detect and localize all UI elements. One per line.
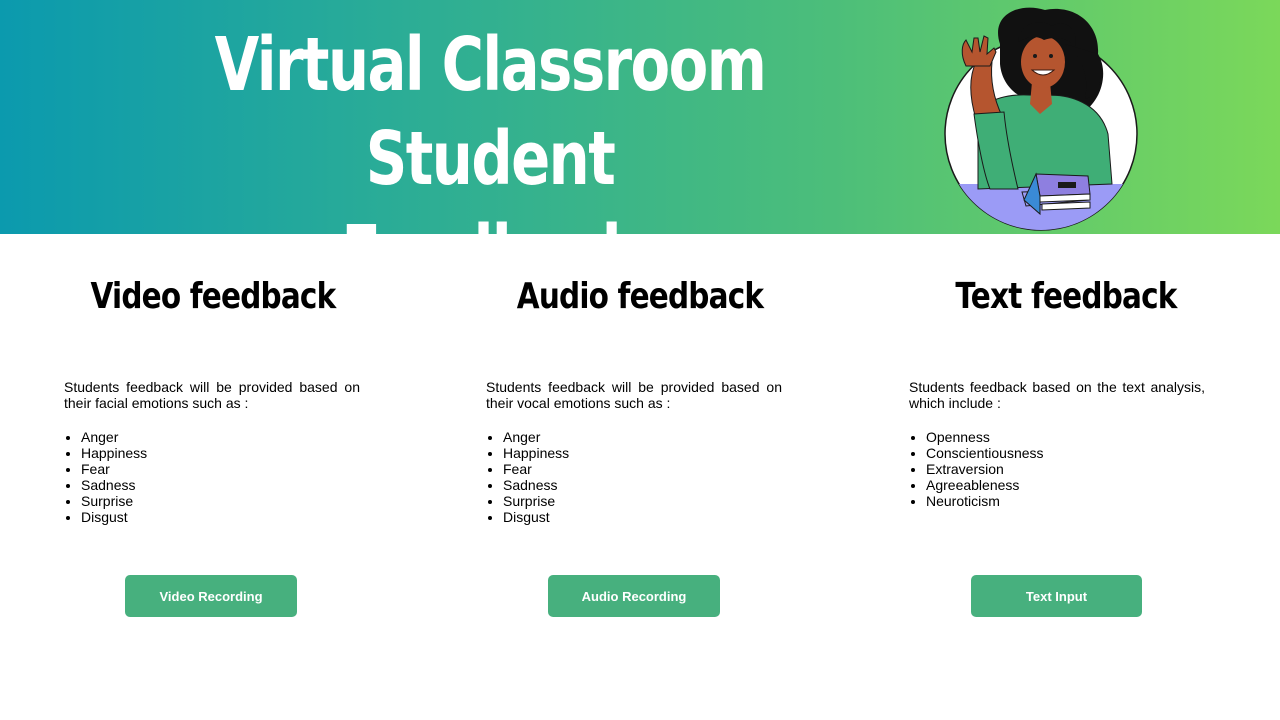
video-feedback-heading: Video feedback [90, 276, 337, 317]
list-item: Disgust [81, 509, 147, 525]
list-item: Anger [81, 429, 147, 445]
text-input-button[interactable]: Text Input [971, 575, 1142, 617]
page-title: Virtual Classroom Student Feedback [155, 18, 826, 234]
audio-feedback-heading: Audio feedback [516, 276, 764, 317]
video-emotion-list: Anger Happiness Fear Sadness Surprise Di… [64, 429, 147, 525]
waving-student-icon [944, 7, 1138, 231]
list-item: Sadness [81, 477, 147, 493]
list-item: Openness [926, 429, 1044, 445]
list-item: Surprise [81, 493, 147, 509]
audio-feedback-description: Students feedback will be provided based… [486, 379, 782, 411]
list-item: Extraversion [926, 461, 1044, 477]
page-title-line-1: Virtual Classroom Student [214, 22, 767, 202]
list-item: Sadness [503, 477, 569, 493]
list-item: Happiness [81, 445, 147, 461]
student-avatar-illustration [940, 4, 1140, 234]
audio-emotion-list: Anger Happiness Fear Sadness Surprise Di… [486, 429, 569, 525]
video-recording-button[interactable]: Video Recording [125, 575, 297, 617]
video-feedback-section: Video feedback Students feedback will be… [0, 234, 426, 720]
audio-recording-button[interactable]: Audio Recording [548, 575, 720, 617]
video-feedback-description: Students feedback will be provided based… [64, 379, 360, 411]
list-item: Fear [81, 461, 147, 477]
list-item: Happiness [503, 445, 569, 461]
list-item: Agreeableness [926, 477, 1044, 493]
list-item: Surprise [503, 493, 569, 509]
list-item: Disgust [503, 509, 569, 525]
personality-trait-list: Openness Conscientiousness Extraversion … [909, 429, 1044, 509]
header-banner: Virtual Classroom Student Feedback [0, 0, 1280, 234]
page-title-line-2: Feedback [155, 206, 826, 234]
list-item: Conscientiousness [926, 445, 1044, 461]
text-feedback-description: Students feedback based on the text anal… [909, 379, 1205, 411]
text-feedback-heading: Text feedback [955, 276, 1177, 317]
audio-feedback-section: Audio feedback Students feedback will be… [427, 234, 853, 720]
list-item: Fear [503, 461, 569, 477]
text-feedback-section: Text feedback Students feedback based on… [853, 234, 1279, 720]
list-item: Neuroticism [926, 493, 1044, 509]
list-item: Anger [503, 429, 569, 445]
